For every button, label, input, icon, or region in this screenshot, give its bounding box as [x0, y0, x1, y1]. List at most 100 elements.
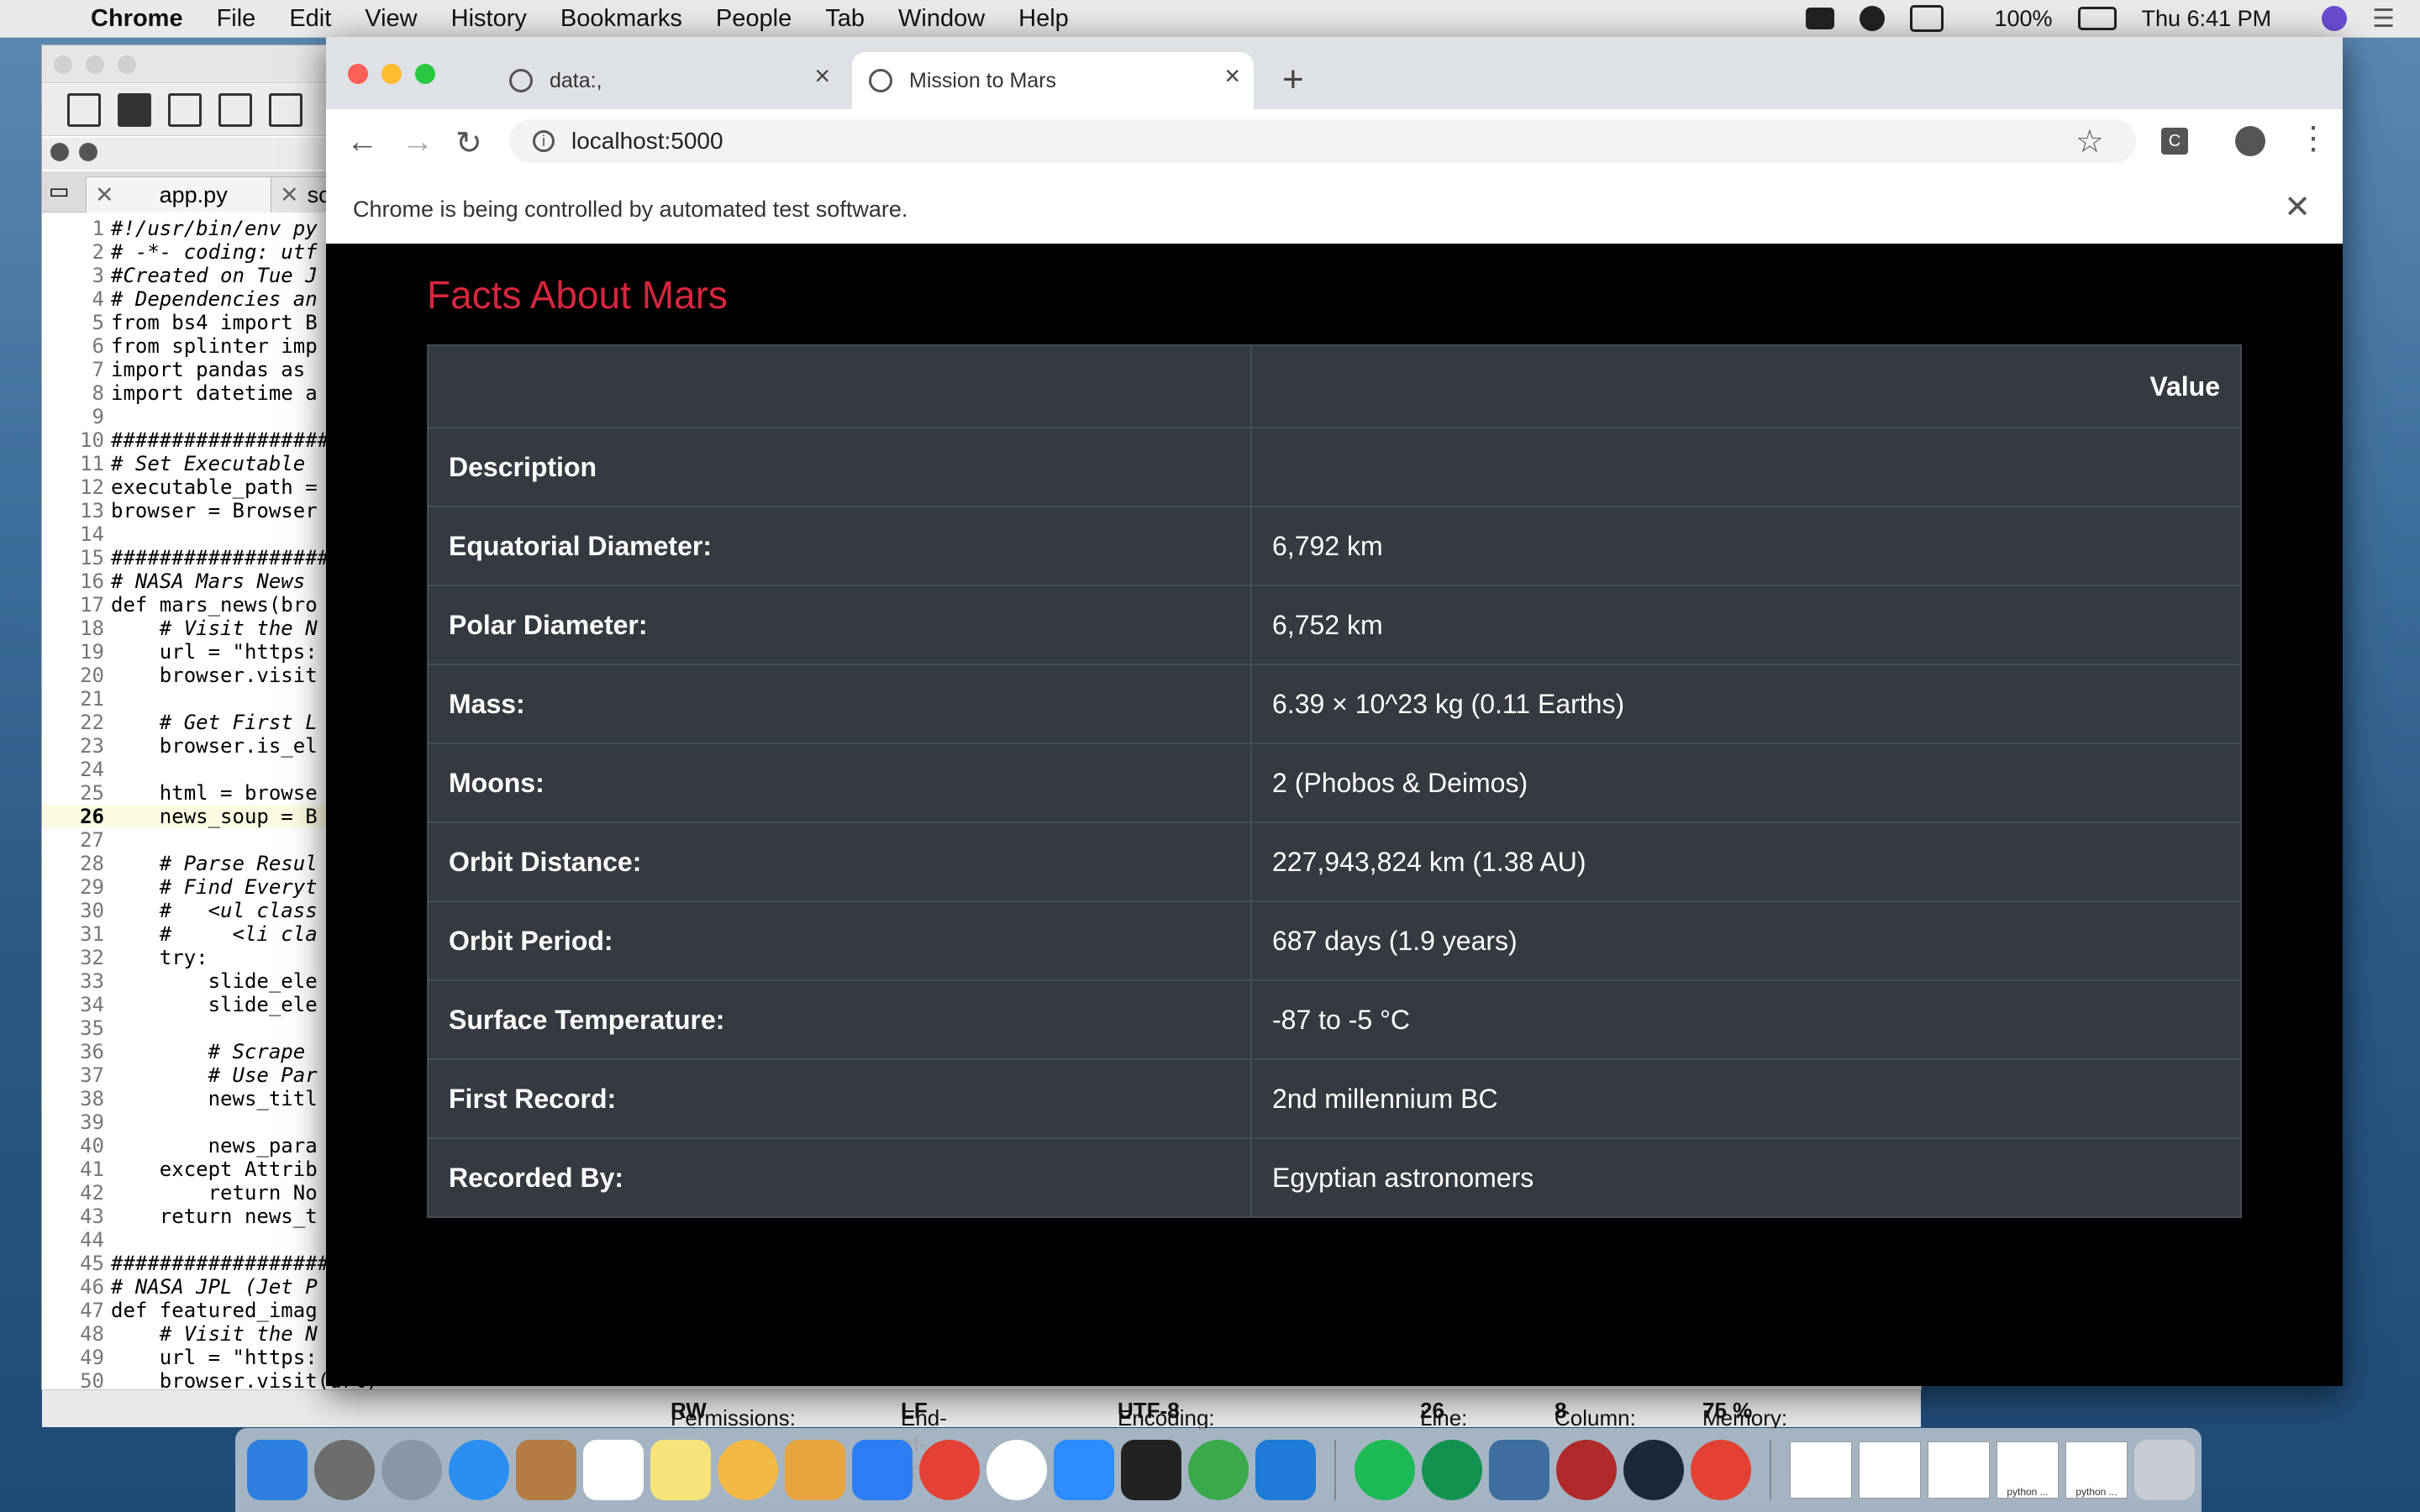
chrome-tab-mission-to-mars[interactable]: Mission to Mars × — [852, 52, 1254, 109]
line-number: 48 — [80, 1322, 104, 1346]
tab-close-icon[interactable]: ✕ — [280, 182, 299, 208]
code-text: # Dependencies an — [111, 287, 318, 311]
elephant-app-icon[interactable] — [1860, 6, 1886, 31]
code-text: # -*- coding: utf — [111, 240, 318, 264]
code-text: slide_ele — [111, 993, 318, 1016]
fact-label: Orbit Period: — [427, 900, 1252, 981]
code-text: # NASA JPL (Jet P — [111, 1275, 318, 1299]
fact-value: 6,792 km — [1250, 506, 2242, 586]
finder-icon[interactable] — [247, 1440, 308, 1500]
chrome-tab-data[interactable]: data:, × — [477, 52, 842, 109]
table-row: Mass: 6.39 × 10^23 kg (0.11 Earths) — [427, 664, 2242, 744]
trash-icon[interactable] — [2134, 1440, 2195, 1500]
minimized-window-thumb[interactable] — [1790, 1441, 1852, 1499]
chrome-secondary-icon[interactable] — [1691, 1440, 1751, 1500]
code-text: executable_path = — [111, 475, 318, 499]
line-number: 37 — [80, 1063, 104, 1087]
window-zoom-button[interactable] — [415, 64, 435, 84]
browse-tabs-icon[interactable]: ▭ — [49, 178, 70, 204]
spotify-icon[interactable] — [1355, 1440, 1415, 1500]
code-text: browser.visit — [111, 664, 318, 687]
menu-edit[interactable]: Edit — [289, 5, 331, 33]
pages-icon[interactable] — [785, 1440, 845, 1500]
clock[interactable]: Thu 6:41 PM — [2142, 6, 2272, 32]
tab-close-icon[interactable]: × — [814, 60, 830, 92]
menu-tab[interactable]: Tab — [825, 5, 865, 33]
video-status-icon[interactable] — [1806, 8, 1835, 29]
code-text: # Use Par — [111, 1063, 318, 1087]
system-preferences-icon[interactable] — [314, 1440, 375, 1500]
bookmark-star-icon[interactable]: ☆ — [2075, 123, 2104, 160]
menu-window[interactable]: Window — [898, 5, 985, 33]
slack-icon[interactable] — [986, 1440, 1047, 1500]
launchpad-icon[interactable] — [381, 1440, 442, 1500]
menu-help[interactable]: Help — [1018, 5, 1069, 33]
tab-close-icon[interactable]: ✕ — [95, 182, 114, 208]
menu-app-name[interactable]: Chrome — [91, 5, 183, 33]
new-tab-button[interactable]: + — [1282, 59, 1304, 101]
minimized-window-thumb[interactable] — [1928, 1441, 1990, 1499]
sync-app-icon[interactable] — [1188, 1440, 1249, 1500]
minimized-window-thumb[interactable] — [1859, 1441, 1921, 1499]
back-button[interactable]: ← — [346, 124, 378, 160]
notification-center-icon[interactable]: ☰ — [2372, 4, 2395, 34]
tab-close-icon[interactable]: × — [1224, 60, 1240, 92]
site-info-icon[interactable]: i — [533, 130, 555, 152]
steam-icon[interactable] — [1623, 1440, 1684, 1500]
menu-bar: Chrome File Edit View History Bookmarks … — [0, 0, 2420, 38]
editor-minimize-button[interactable] — [86, 55, 104, 74]
forward-button[interactable]: → — [402, 124, 434, 160]
save-all-icon[interactable] — [218, 92, 252, 127]
minimized-window-thumb[interactable]: python ... — [1996, 1441, 2059, 1499]
url-text[interactable]: localhost:5000 — [571, 128, 723, 155]
code-text: def mars_news(bro — [111, 593, 318, 617]
panel-close-icon[interactable] — [50, 143, 69, 161]
panel-options-icon[interactable] — [79, 143, 97, 161]
contacts-icon[interactable] — [516, 1440, 576, 1500]
menu-people[interactable]: People — [716, 5, 792, 33]
window-minimize-button[interactable] — [381, 64, 402, 84]
airplay-icon[interactable] — [1910, 5, 1944, 32]
save-icon[interactable] — [168, 92, 202, 127]
table-row: Description — [427, 427, 2242, 507]
siri-icon[interactable] — [2322, 6, 2348, 31]
fact-value: 227,943,824 km (1.38 AU) — [1250, 822, 2242, 902]
window-close-button[interactable] — [348, 64, 368, 84]
menu-view[interactable]: View — [365, 5, 417, 33]
editor-zoom-button[interactable] — [118, 55, 136, 74]
code-text: #!/usr/bin/env py — [111, 217, 318, 240]
extension-icon[interactable]: C — [2161, 128, 2188, 155]
terminal-icon[interactable] — [1121, 1440, 1181, 1500]
list-icon[interactable] — [269, 92, 302, 127]
menu-file[interactable]: File — [217, 5, 256, 33]
code-text: # Find Everyt — [111, 875, 318, 899]
line-number: 13 — [80, 499, 104, 522]
line-number: 44 — [80, 1228, 104, 1252]
minimized-window-thumb[interactable]: python ... — [2065, 1441, 2128, 1499]
globe-icon — [869, 69, 892, 92]
battery-icon[interactable] — [2077, 7, 2117, 30]
chrome-menu-icon[interactable]: ⋮ — [2297, 119, 2329, 157]
spider-app-icon[interactable] — [1556, 1440, 1617, 1500]
menu-history[interactable]: History — [451, 5, 527, 33]
notes-icon[interactable] — [650, 1440, 711, 1500]
editor-close-button[interactable] — [54, 55, 72, 74]
mysql-workbench-icon[interactable] — [1489, 1440, 1549, 1500]
infobar-close-icon[interactable]: ✕ — [2284, 188, 2311, 226]
menu-bookmarks[interactable]: Bookmarks — [560, 5, 682, 33]
line-number: 8 — [92, 381, 104, 405]
address-bar[interactable]: i localhost:5000 ☆ — [509, 119, 2136, 163]
photos-icon[interactable] — [718, 1440, 778, 1500]
mongodb-icon[interactable] — [1422, 1440, 1482, 1500]
safari-icon[interactable] — [449, 1440, 509, 1500]
new-file-icon[interactable] — [67, 92, 101, 127]
fact-label: Orbit Distance: — [427, 822, 1252, 902]
open-folder-icon[interactable] — [118, 92, 151, 127]
reload-button[interactable]: ↻ — [455, 124, 482, 162]
vscode-icon[interactable] — [1255, 1440, 1316, 1500]
calendar-icon[interactable] — [583, 1440, 644, 1500]
numbers-icon[interactable] — [852, 1440, 913, 1500]
chrome-icon[interactable] — [919, 1440, 980, 1500]
zoom-icon[interactable] — [1054, 1440, 1114, 1500]
profile-avatar-icon[interactable] — [2235, 126, 2265, 156]
